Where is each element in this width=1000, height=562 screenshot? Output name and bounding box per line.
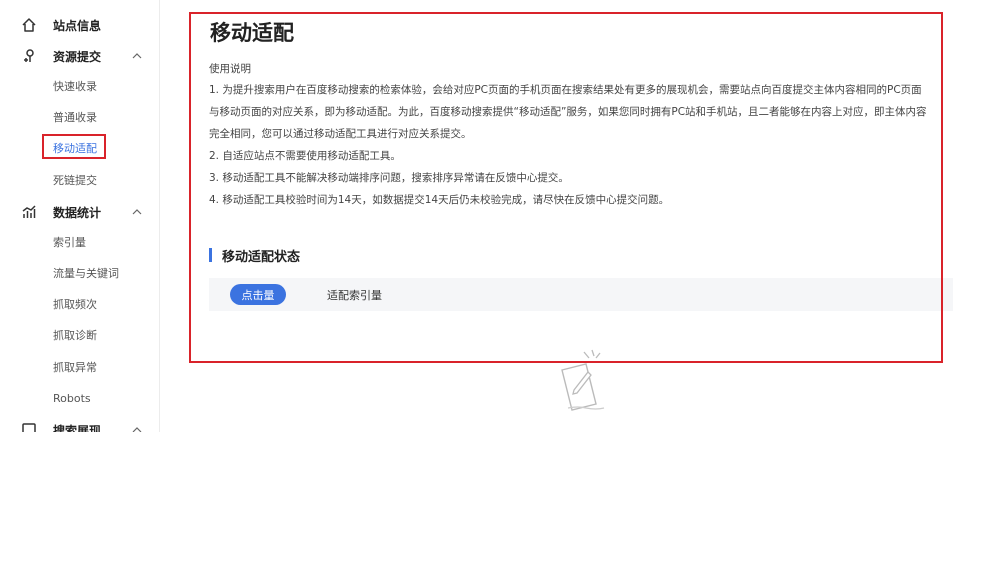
sidebar-item-label: 抓取频次 [53,298,97,311]
display-icon [20,421,38,432]
sidebar-item-label: 普通收录 [53,111,97,124]
sidebar-item-crawl-frequency[interactable]: 抓取频次 [0,290,159,318]
sidebar-group-label: 站点信息 [53,18,102,33]
chevron-up-icon[interactable] [131,424,143,432]
home-icon [20,16,38,34]
usage-paragraph: 2. 自适应站点不需要使用移动适配工具。 [209,150,401,162]
sidebar-item-label: 死链提交 [53,174,97,187]
sidebar-item-label: 抓取异常 [53,361,97,374]
active-item-highlight [42,134,106,159]
usage-heading: 使用说明 [209,63,251,75]
sidebar: 站点信息 资源提交 快速收录 普通收录 移动适配 死链提交 数据统计 索引量 流… [0,0,160,432]
sidebar-item-label: Robots [53,391,91,405]
tab-strip: 点击量 适配索引量 [209,278,953,311]
usage-paragraph: 1. 为提升搜索用户在百度移动搜索的检索体验，会给对应PC页面的手机页面在搜索结… [209,84,922,96]
sidebar-group-label: 资源提交 [53,49,102,64]
tab-adapted-index[interactable]: 适配索引量 [327,287,382,303]
page-title: 移动适配 [210,21,294,45]
sidebar-item-crawl-errors[interactable]: 抓取异常 [0,353,159,381]
section-title: 移动适配状态 [222,250,301,265]
section-accent-bar [209,248,212,262]
empty-state-icon [556,348,608,414]
sidebar-item-traffic-keywords[interactable]: 流量与关键词 [0,259,159,287]
sidebar-item-index-volume[interactable]: 索引量 [0,228,159,256]
usage-paragraph: 完全相同，您可以通过移动适配工具进行对应关系提交。 [209,128,472,140]
usage-paragraph: 3. 移动适配工具不能解决移动端排序问题，搜索排序异常请在反馈中心提交。 [209,172,569,184]
sidebar-group-data-stats[interactable]: 数据统计 [0,198,159,226]
sidebar-group-label: 数据统计 [53,205,102,220]
sidebar-item-label: 快速收录 [53,80,97,93]
sidebar-group-site-info[interactable]: 站点信息 [0,11,159,39]
tab-clicks[interactable]: 点击量 [230,284,286,305]
sidebar-item-normal-index[interactable]: 普通收录 [0,103,159,131]
sidebar-item-crawl-diagnosis[interactable]: 抓取诊断 [0,321,159,349]
sidebar-item-label: 抓取诊断 [53,329,97,342]
sidebar-item-label: 索引量 [53,236,86,249]
main-content: 移动适配 使用说明 1. 为提升搜索用户在百度移动搜索的检索体验，会给对应PC页… [188,0,1000,562]
chart-icon [20,203,38,221]
usage-paragraph: 4. 移动适配工具校验时间为14天，如数据提交14天后仍未校验完成，请尽快在反馈… [209,194,670,206]
submit-icon [20,47,38,65]
page: 站点信息 资源提交 快速收录 普通收录 移动适配 死链提交 数据统计 索引量 流… [0,0,1000,562]
sidebar-item-quick-index[interactable]: 快速收录 [0,72,159,100]
sidebar-item-dead-link[interactable]: 死链提交 [0,166,159,194]
sidebar-item-robots[interactable]: Robots [0,384,159,412]
sidebar-group-search-display[interactable]: 搜索展现 [0,416,159,433]
sidebar-item-label: 流量与关键词 [53,267,119,280]
sidebar-group-label: 搜索展现 [53,423,102,433]
chevron-up-icon[interactable] [131,50,143,62]
chevron-up-icon[interactable] [131,206,143,218]
usage-paragraph: 与移动页面的对应关系，即为移动适配。为此，百度移动搜索提供“移动适配”服务，如果… [209,106,927,118]
sidebar-group-resource-submit[interactable]: 资源提交 [0,42,159,70]
